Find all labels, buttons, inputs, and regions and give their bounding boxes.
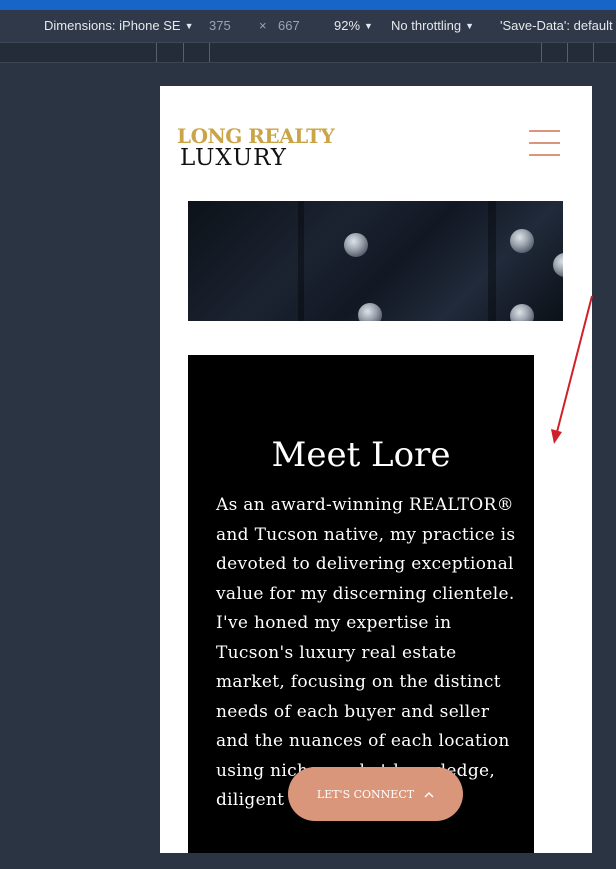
annotation-arrow <box>551 295 593 444</box>
